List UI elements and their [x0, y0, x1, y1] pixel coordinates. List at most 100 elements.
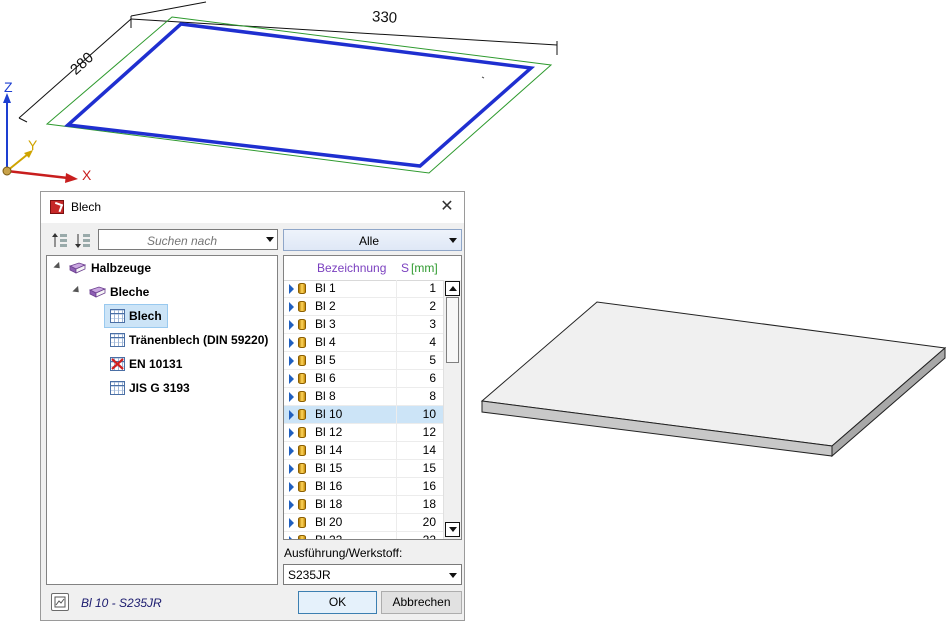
row-thickness: 18: [396, 496, 438, 513]
table-row[interactable]: Bl 12 12: [284, 424, 443, 442]
sheet-table[interactable]: Bezeichnung S [mm] Bl 1 1 Bl 2 2 Bl 3 3 Bl …: [283, 255, 462, 540]
row-expand-icon[interactable]: [289, 338, 294, 348]
dimension-330: [130, 16, 558, 55]
table-row[interactable]: Bl 15 15: [284, 460, 443, 478]
tree-item-halbzeuge[interactable]: Halbzeuge: [91, 258, 151, 278]
chevron-down-icon[interactable]: [266, 237, 274, 242]
expand-toggle-icon[interactable]: [53, 261, 63, 272]
table-scrollbar[interactable]: [443, 280, 461, 539]
material-icon: [298, 463, 306, 474]
column-header-bezeichnung[interactable]: Bezeichnung: [317, 261, 386, 275]
row-thickness: 5: [396, 352, 438, 369]
row-expand-icon[interactable]: [289, 374, 294, 384]
table-body: Bl 1 1 Bl 2 2 Bl 3 3 Bl 4 4 Bl 5 5 Bl 6 6 Bl 8…: [284, 280, 443, 539]
table-crossed-icon: [110, 357, 125, 371]
filter-dropdown[interactable]: Alle: [283, 229, 462, 251]
row-expand-icon[interactable]: [289, 446, 294, 456]
chevron-down-icon[interactable]: [449, 573, 457, 578]
book-icon: [89, 286, 106, 298]
blech-dialog: Blech ✕ Alle Halbzeuge Ble: [40, 191, 465, 621]
search-input[interactable]: [101, 231, 263, 250]
tree-item-blech[interactable]: Blech: [129, 306, 162, 326]
axis-y-label: Y: [28, 137, 38, 153]
scroll-thumb[interactable]: [446, 297, 459, 363]
row-name: Bl 18: [315, 497, 343, 511]
table-icon: [110, 381, 125, 395]
table-row-selected[interactable]: Bl 10 10: [284, 406, 443, 424]
material-icon: [298, 445, 306, 456]
material-icon: [298, 535, 306, 539]
row-expand-icon[interactable]: [289, 536, 294, 539]
scroll-down-button[interactable]: [445, 522, 460, 537]
row-name: Bl 12: [315, 425, 343, 439]
row-expand-icon[interactable]: [289, 464, 294, 474]
row-thickness: 20: [396, 514, 438, 531]
row-expand-icon[interactable]: [289, 392, 294, 402]
row-name: Bl 2: [315, 299, 336, 313]
table-row[interactable]: Bl 4 4: [284, 334, 443, 352]
table-row[interactable]: Bl 16 16: [284, 478, 443, 496]
scroll-up-button[interactable]: [445, 281, 460, 296]
row-thickness: 14: [396, 442, 438, 459]
execution-material-label: Ausführung/Werkstoff:: [284, 546, 403, 560]
ok-button[interactable]: OK: [298, 591, 377, 614]
row-name: Bl 14: [315, 443, 343, 457]
table-row[interactable]: Bl 3 3: [284, 316, 443, 334]
row-expand-icon[interactable]: [289, 428, 294, 438]
table-row[interactable]: Bl 2 2: [284, 298, 443, 316]
tree-item-jis-g-3193[interactable]: JIS G 3193: [129, 378, 190, 398]
row-expand-icon[interactable]: [289, 518, 294, 528]
row-expand-icon[interactable]: [289, 410, 294, 420]
row-thickness: 4: [396, 334, 438, 351]
row-expand-icon[interactable]: [289, 302, 294, 312]
category-tree[interactable]: Halbzeuge Bleche Blech Tränenblech (DIN …: [46, 255, 278, 585]
table-row[interactable]: Bl 22 22: [284, 532, 443, 539]
tree-item-traenenblech[interactable]: Tränenblech (DIN 59220): [129, 330, 268, 350]
row-name: Bl 4: [315, 335, 336, 349]
sort-descending-icon[interactable]: [74, 232, 92, 250]
material-dropdown[interactable]: S235JR: [283, 564, 462, 585]
close-button[interactable]: ✕: [437, 197, 457, 217]
row-name: Bl 6: [315, 371, 336, 385]
table-row[interactable]: Bl 14 14: [284, 442, 443, 460]
row-thickness: 10: [396, 406, 438, 423]
material-value: S235JR: [288, 568, 331, 582]
sheet-3d-preview[interactable]: [480, 301, 947, 458]
tree-item-bleche[interactable]: Bleche: [110, 282, 149, 302]
chevron-down-icon[interactable]: [449, 238, 457, 243]
table-row[interactable]: Bl 5 5: [284, 352, 443, 370]
row-expand-icon[interactable]: [289, 356, 294, 366]
expand-toggle-icon[interactable]: [72, 285, 82, 296]
material-icon: [298, 409, 306, 420]
cancel-button[interactable]: Abbrechen: [381, 591, 462, 614]
material-icon: [298, 481, 306, 492]
axis-x-label: X: [82, 167, 92, 183]
book-icon: [69, 262, 86, 274]
table-row[interactable]: Bl 6 6: [284, 370, 443, 388]
table-row[interactable]: Bl 1 1: [284, 280, 443, 298]
table-row[interactable]: Bl 8 8: [284, 388, 443, 406]
search-combobox[interactable]: [98, 229, 278, 250]
table-header: Bezeichnung S [mm]: [284, 256, 443, 281]
material-icon: [298, 427, 306, 438]
row-expand-icon[interactable]: [289, 320, 294, 330]
row-expand-icon[interactable]: [289, 284, 294, 294]
column-header-s[interactable]: S: [401, 261, 409, 275]
table-icon: [110, 333, 125, 347]
table-row[interactable]: Bl 20 20: [284, 514, 443, 532]
sort-ascending-icon[interactable]: [51, 232, 69, 250]
table-row[interactable]: Bl 18 18: [284, 496, 443, 514]
tree-item-en-10131[interactable]: EN 10131: [129, 354, 182, 374]
preview-image-icon[interactable]: [51, 593, 69, 611]
material-icon: [298, 499, 306, 510]
material-icon: [298, 373, 306, 384]
material-icon: [298, 355, 306, 366]
material-icon: [298, 517, 306, 528]
row-name: Bl 10: [315, 407, 343, 421]
table-icon: [110, 309, 125, 323]
chevron-up-icon: [449, 286, 457, 291]
row-thickness: 22: [396, 532, 438, 539]
row-expand-icon[interactable]: [289, 500, 294, 510]
row-expand-icon[interactable]: [289, 482, 294, 492]
row-name: Bl 16: [315, 479, 343, 493]
